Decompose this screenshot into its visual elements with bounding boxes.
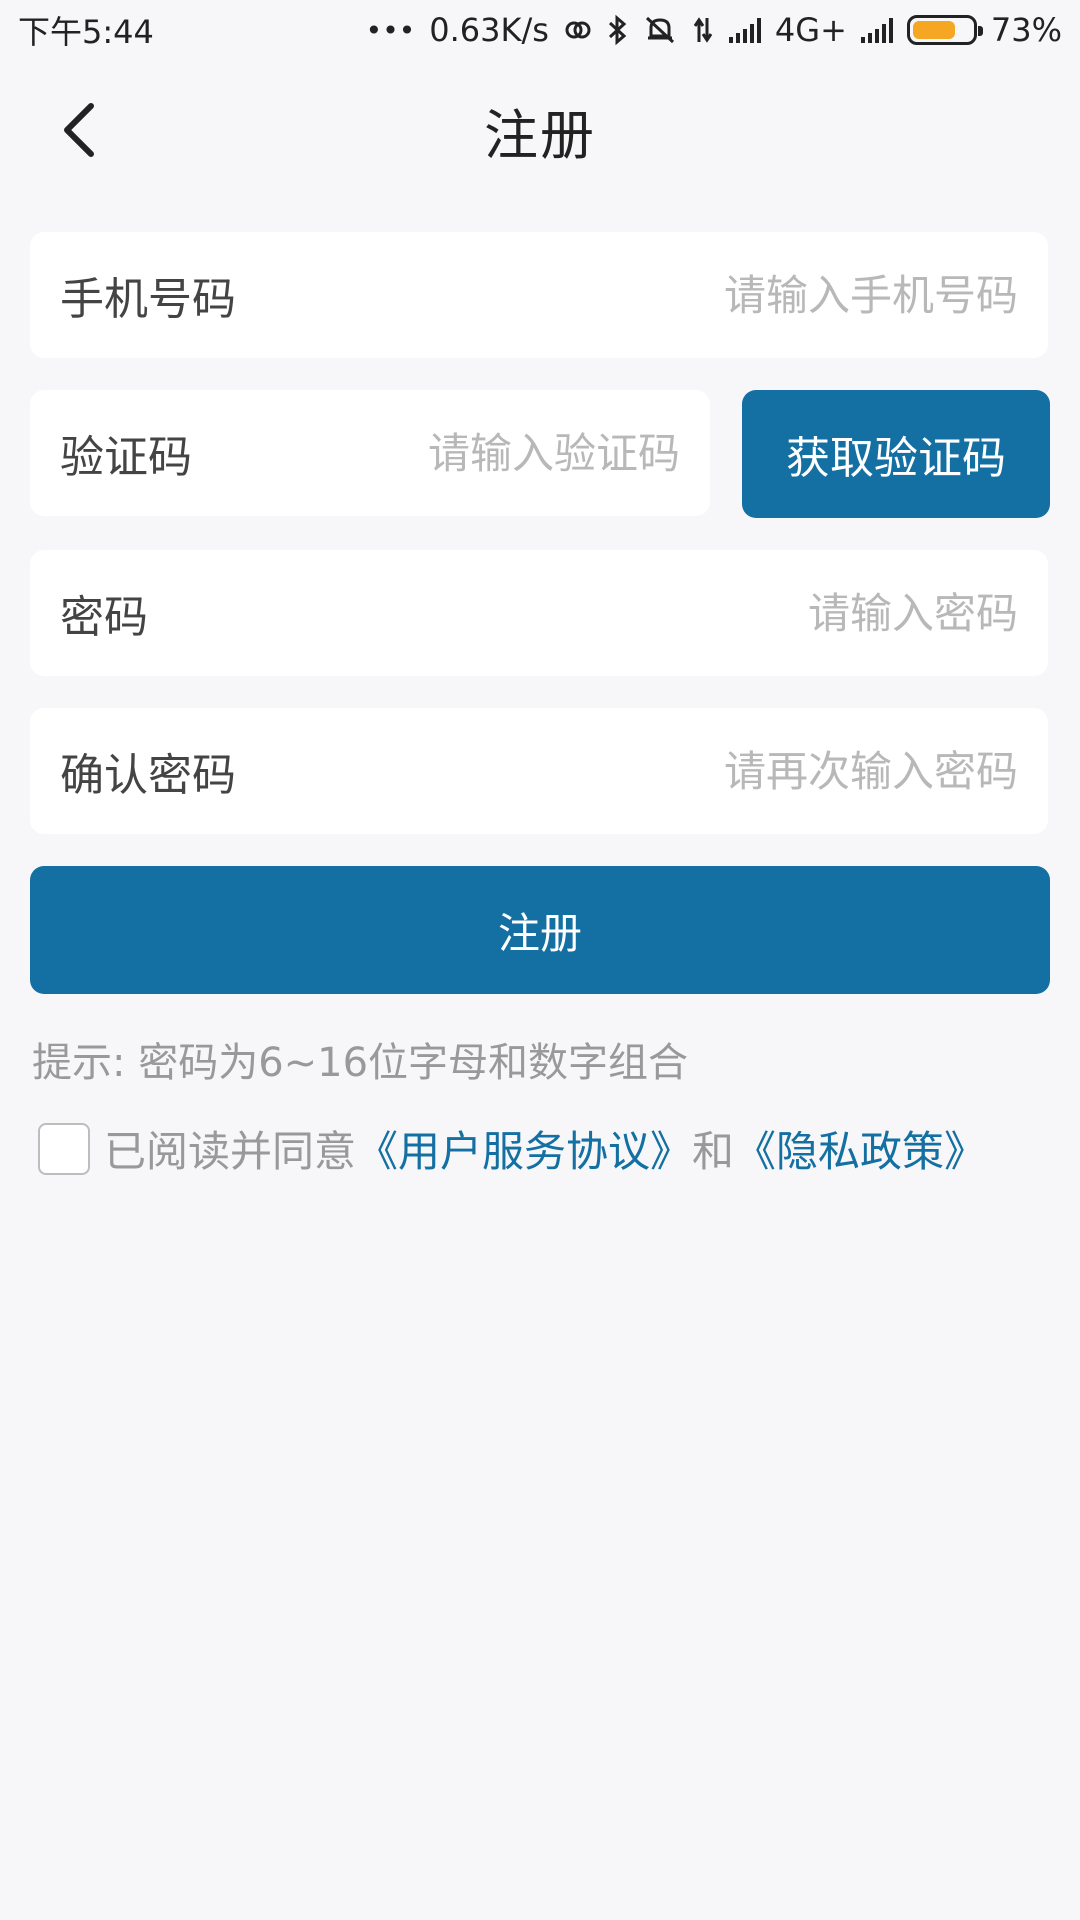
password-hint: 提示: 密码为6~16位字母和数字组合 — [32, 1040, 689, 1086]
confirm-password-row: 确认密码 — [30, 708, 1048, 834]
back-button[interactable] — [44, 95, 114, 165]
status-time: 下午5:44 — [18, 13, 154, 51]
phone-input[interactable] — [236, 232, 1018, 358]
confirm-password-input[interactable] — [236, 708, 1018, 834]
agreement-row: 已阅读并同意 《用户服务协议》 和 《隐私政策》 — [38, 1118, 986, 1179]
phone-row: 手机号码 — [30, 232, 1048, 358]
confirm-password-label: 确认密码 — [60, 750, 236, 801]
signal-icon — [728, 17, 761, 43]
mute-icon — [643, 10, 677, 50]
user-agreement-link[interactable]: 《用户服务协议》 — [356, 1118, 692, 1179]
battery-fill — [912, 21, 956, 39]
header: 注册 — [0, 60, 1080, 200]
register-button[interactable]: 注册 — [30, 866, 1050, 994]
get-code-button[interactable]: 获取验证码 — [742, 390, 1050, 518]
phone-label: 手机号码 — [60, 274, 236, 325]
password-label: 密码 — [60, 592, 148, 643]
privacy-policy-link[interactable]: 《隐私政策》 — [734, 1118, 986, 1179]
battery-icon — [906, 15, 983, 45]
network-speed: 0.63K/s — [429, 11, 549, 49]
status-bar: 下午5:44 ••• 0.63K/s 4G+ 73% — [0, 0, 1080, 60]
chevron-left-icon — [64, 103, 94, 157]
signal-icon-2 — [860, 17, 893, 43]
link-icon — [563, 10, 593, 50]
data-transfer-icon — [691, 10, 715, 50]
agreement-checkbox[interactable] — [38, 1122, 90, 1175]
password-row: 密码 — [30, 550, 1048, 676]
network-type: 4G+ — [774, 11, 847, 49]
page-title: 注册 — [484, 103, 596, 167]
battery-percent: 73% — [990, 11, 1062, 49]
register-screen: 下午5:44 ••• 0.63K/s 4G+ 73% 注册 手机号码 请输入手机… — [0, 0, 1080, 1920]
password-input[interactable] — [148, 550, 1018, 676]
more-dots-icon: ••• — [365, 13, 416, 47]
bluetooth-icon — [607, 10, 629, 50]
agreement-conjunction: 和 — [692, 1127, 735, 1176]
status-left: 下午5:44 — [18, 7, 154, 53]
code-row: 验证码 — [30, 390, 710, 516]
code-label: 验证码 — [60, 432, 192, 483]
status-right: ••• 0.63K/s 4G+ 73% — [366, 10, 1062, 50]
agreement-prefix: 已阅读并同意 — [104, 1127, 357, 1176]
code-input[interactable] — [192, 390, 680, 516]
